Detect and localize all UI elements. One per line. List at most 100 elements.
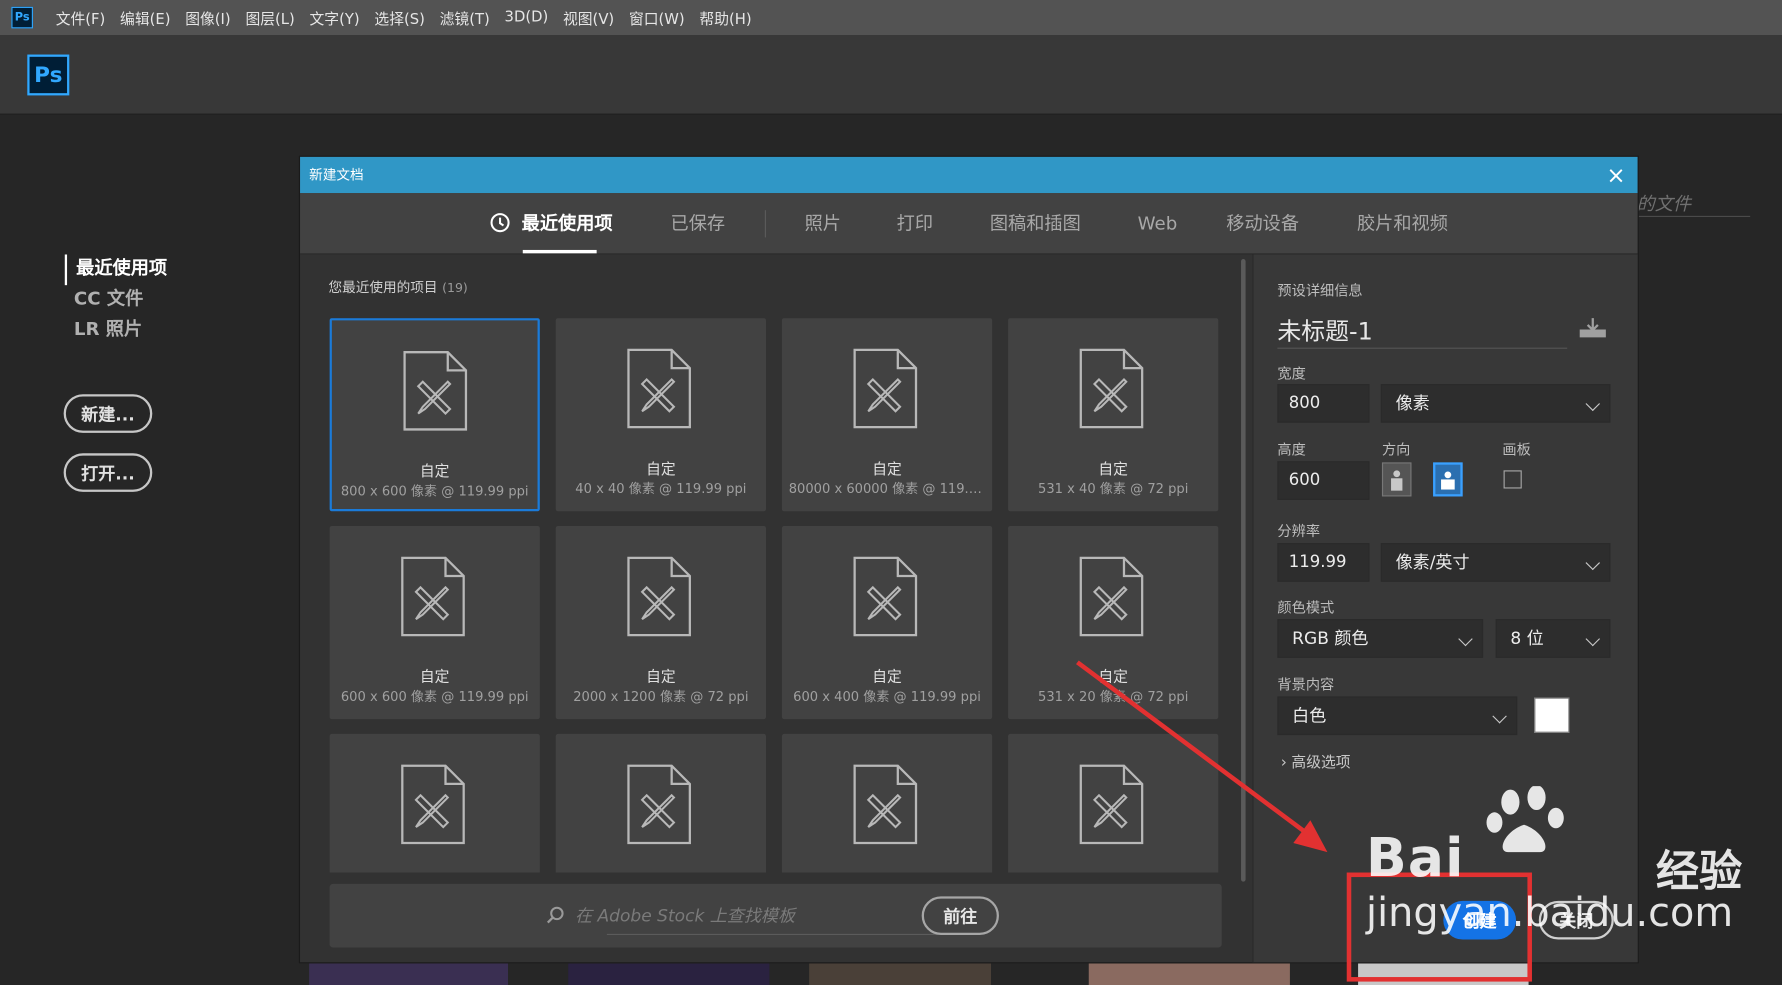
recent-thumbnail[interactable] — [809, 963, 992, 985]
recent-thumbnail[interactable] — [568, 963, 770, 985]
menu-window[interactable]: 窗口(W) — [629, 7, 685, 28]
recent-thumbnail[interactable] — [1088, 963, 1290, 985]
background-label: 背景内容 — [1277, 675, 1335, 694]
preset-details-label: 预设详细信息 — [1277, 281, 1363, 299]
menu-layer[interactable]: 图层(L) — [245, 7, 294, 28]
advanced-options-toggle[interactable]: › 高级选项 — [1280, 750, 1351, 772]
tab-film-video[interactable]: 胶片和视频 — [1357, 193, 1448, 254]
preset-name: 自定 — [419, 669, 450, 687]
color-mode-select[interactable]: RGB 颜色 — [1277, 619, 1484, 658]
dialog-title: 新建文档 — [309, 167, 364, 183]
create-button[interactable]: 创建 — [1443, 900, 1517, 940]
active-tab-indicator — [522, 249, 597, 254]
artboard-checkbox[interactable] — [1503, 470, 1522, 489]
resolution-field[interactable]: 119.99 — [1277, 543, 1370, 582]
recent-thumbnail[interactable] — [309, 963, 509, 985]
preset-card[interactable] — [1008, 733, 1219, 873]
preset-card[interactable]: 自定 600 x 400 像素 @ 119.99 ppi — [781, 526, 993, 720]
background-select[interactable]: 白色 — [1277, 696, 1518, 736]
preset-card[interactable]: 自定 600 x 600 像素 @ 119.99 ppi — [329, 526, 540, 720]
menu-view[interactable]: 视图(V) — [563, 7, 614, 28]
bit-depth-value: 8 位 — [1510, 628, 1544, 649]
resolution-label: 分辨率 — [1277, 522, 1321, 540]
close-icon[interactable]: × — [1606, 164, 1626, 187]
orientation-label: 方向 — [1381, 440, 1411, 458]
tab-web[interactable]: Web — [1138, 193, 1178, 254]
artboard-label: 画板 — [1502, 440, 1531, 458]
document-preset-icon — [853, 348, 918, 429]
tab-saved[interactable]: 已保存 — [671, 193, 726, 254]
menu-type[interactable]: 文字(Y) — [310, 7, 360, 28]
close-button[interactable]: 关闭 — [1538, 900, 1614, 940]
menu-3d[interactable]: 3D(D) — [505, 9, 549, 26]
tab-mobile[interactable]: 移动设备 — [1226, 193, 1299, 254]
preset-card[interactable]: 自定 800 x 600 像素 @ 119.99 ppi — [329, 318, 540, 512]
go-button[interactable]: 前往 — [921, 896, 999, 936]
home-new-button[interactable]: 新建... — [63, 394, 153, 433]
preset-card[interactable]: 自定 531 x 40 像素 @ 72 ppi — [1008, 318, 1219, 512]
preset-details-panel: 预设详细信息 未标题-1 宽度 800 像素 高度 方向 画板 600 分辨率 … — [1252, 254, 1638, 963]
tab-art-illustration[interactable]: 图稿和插图 — [990, 193, 1081, 254]
menu-file[interactable]: 文件(F) — [56, 7, 106, 28]
app-icon: Ps — [11, 6, 33, 29]
preset-card[interactable]: 自定 531 x 20 像素 @ 72 ppi — [1008, 526, 1219, 720]
chevron-down-icon — [1492, 709, 1507, 724]
preset-name: 自定 — [1098, 669, 1128, 687]
width-unit-select[interactable]: 像素 — [1380, 384, 1611, 423]
landscape-orientation-button[interactable] — [1433, 462, 1463, 497]
resolution-unit-value: 像素/英寸 — [1395, 552, 1470, 573]
stock-search-input[interactable]: 在 Adobe Stock 上查找模板 — [575, 903, 795, 927]
menu-edit[interactable]: 编辑(E) — [120, 7, 170, 28]
preset-card[interactable] — [555, 733, 766, 873]
divider — [606, 933, 944, 936]
chevron-right-icon: › — [1280, 754, 1287, 772]
preset-grid: 自定 800 x 600 像素 @ 119.99 ppi 自定 40 x 40 像素 … — [329, 318, 1222, 873]
height-field[interactable]: 600 — [1277, 461, 1370, 500]
preset-name: 自定 — [646, 461, 676, 479]
color-mode-value: RGB 颜色 — [1292, 628, 1369, 649]
preset-name: 自定 — [1098, 461, 1128, 479]
advanced-options-label: 高级选项 — [1291, 754, 1351, 772]
scrollbar[interactable] — [1241, 259, 1246, 882]
menu-bar: Ps 文件(F) 编辑(E) 图像(I) 图层(L) 文字(Y) 选择(S) 滤… — [0, 0, 1782, 36]
search-icon — [546, 906, 564, 924]
menu-help[interactable]: 帮助(H) — [699, 7, 751, 28]
menu-image[interactable]: 图像(I) — [185, 7, 230, 28]
divider — [764, 210, 766, 238]
preset-description: 600 x 600 像素 @ 119.99 ppi — [340, 688, 529, 705]
chevron-down-icon — [1585, 396, 1601, 412]
home-open-button[interactable]: 打开... — [63, 453, 153, 492]
tab-print[interactable]: 打印 — [897, 193, 933, 254]
preset-card[interactable]: 自定 80000 x 60000 像素 @ 119.9... — [781, 318, 993, 512]
home-nav-cc-files[interactable]: CC 文件 — [65, 285, 167, 316]
preset-card[interactable]: 自定 2000 x 1200 像素 @ 72 ppi — [555, 526, 766, 720]
preset-description: 80000 x 60000 像素 @ 119.9... — [788, 480, 990, 497]
resolution-unit-select[interactable]: 像素/英寸 — [1380, 543, 1611, 582]
recent-files-hint: 的文件 — [1636, 193, 1692, 215]
preset-description: 800 x 600 像素 @ 119.99 ppi — [340, 482, 529, 499]
clock-icon — [490, 213, 510, 233]
preset-card[interactable]: 自定 40 x 40 像素 @ 119.99 ppi — [555, 318, 766, 512]
bit-depth-select[interactable]: 8 位 — [1495, 619, 1611, 658]
menu-filter[interactable]: 滤镜(T) — [440, 7, 490, 28]
tab-recent[interactable]: 最近使用项 — [522, 193, 613, 254]
width-unit-value: 像素 — [1395, 393, 1430, 414]
recent-thumbnail[interactable] — [1358, 963, 1529, 985]
document-preset-icon — [853, 556, 918, 637]
dialog-titlebar: 新建文档 × — [300, 156, 1638, 194]
preset-card[interactable] — [329, 733, 540, 873]
portrait-orientation-button[interactable] — [1381, 462, 1412, 497]
tab-photo[interactable]: 照片 — [805, 193, 841, 254]
document-name-field[interactable]: 未标题-1 — [1277, 314, 1372, 348]
menu-select[interactable]: 选择(S) — [374, 7, 424, 28]
save-preset-icon[interactable] — [1579, 317, 1607, 340]
divider — [1636, 215, 1751, 217]
stock-search-bar: 在 Adobe Stock 上查找模板 前往 — [329, 883, 1222, 948]
recent-heading: 您最近使用的项目 (19) — [328, 277, 467, 296]
background-color-swatch[interactable] — [1534, 697, 1570, 733]
home-nav-recent[interactable]: 最近使用项 — [64, 254, 167, 286]
width-field[interactable]: 800 — [1277, 384, 1370, 423]
home-nav-lr-photos[interactable]: LR 照片 — [65, 316, 167, 347]
document-preset-icon — [401, 764, 465, 845]
preset-card[interactable] — [781, 733, 993, 873]
